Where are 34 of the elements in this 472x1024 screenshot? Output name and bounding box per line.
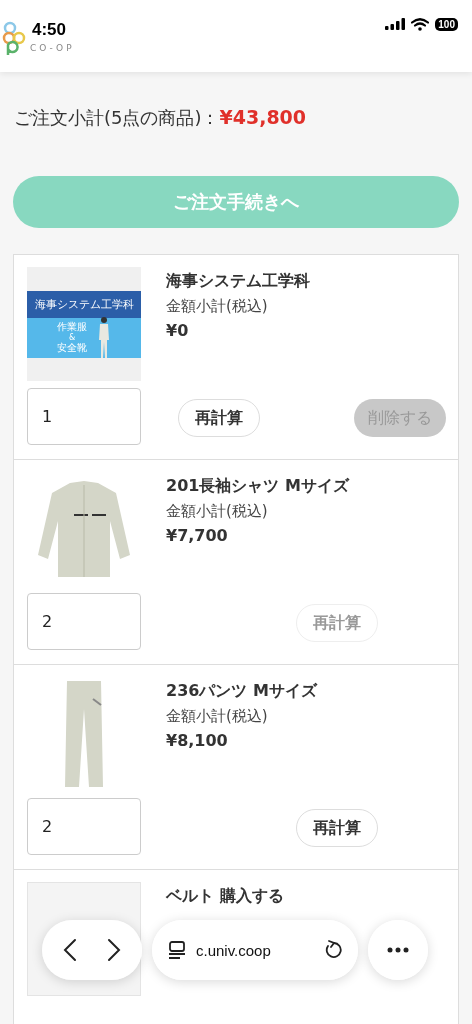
more-icon[interactable] — [387, 947, 409, 953]
status-time: 4:50 — [32, 20, 67, 40]
back-icon[interactable] — [63, 938, 77, 962]
tabs-icon[interactable] — [168, 941, 186, 959]
product-price: ¥0 — [166, 320, 190, 342]
banner-text: 安全靴 — [57, 342, 87, 354]
product-price: ¥7,700 — [166, 525, 229, 547]
signal-icon — [385, 18, 406, 30]
subtotal-label: 金額小計(税込) — [166, 296, 269, 317]
recalculate-button[interactable]: 再計算 — [178, 399, 260, 437]
product-name: 201長袖シャツ Mサイズ — [166, 475, 351, 497]
banner-title: 海事システム工学科 — [27, 290, 141, 318]
wifi-icon — [411, 17, 430, 31]
product-name: 236パンツ Mサイズ — [166, 680, 319, 702]
product-name: 海事システム工学科 — [166, 270, 311, 292]
quantity-field[interactable]: 1 — [27, 388, 141, 445]
quantity-field[interactable]: 2 — [27, 798, 141, 855]
subtotal-label: 金額小計(税込) — [166, 501, 269, 522]
quantity-field[interactable]: 2 — [27, 593, 141, 650]
product-price: ¥8,100 — [166, 730, 229, 752]
logo-text: CO-OP — [30, 43, 75, 53]
address-bar[interactable]: c.univ.coop — [152, 920, 358, 980]
banner-text: & — [68, 333, 76, 342]
battery-indicator: 100 — [435, 17, 458, 31]
reload-icon[interactable] — [324, 940, 342, 960]
order-total: ¥43,800 — [219, 106, 307, 128]
url-text: c.univ.coop — [196, 941, 272, 959]
order-subtotal-label: ご注文小計(5点の商品)： — [14, 106, 220, 130]
recalculate-button[interactable]: 再計算 — [296, 809, 378, 847]
banner-text: 作業服 — [57, 321, 87, 333]
worker-figure-icon — [97, 315, 111, 360]
forward-icon[interactable] — [107, 938, 121, 962]
product-name: ベルト 購入する — [166, 885, 285, 907]
subtotal-label: 金額小計(税込) — [166, 706, 269, 727]
